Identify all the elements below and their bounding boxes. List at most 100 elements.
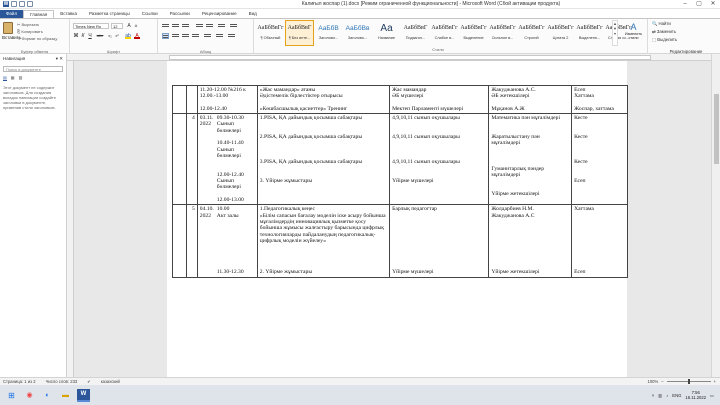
browser-icon[interactable]: ◉ (23, 389, 36, 402)
italic-button[interactable]: К (80, 33, 86, 39)
styles-scroll[interactable]: ▲ ▼ ▾ (612, 20, 618, 46)
style-item[interactable]: АаБбВвГг Цитата 2 (546, 20, 575, 46)
bullets-icon[interactable] (162, 23, 169, 29)
zoom-out-icon[interactable]: – (661, 379, 663, 384)
cell-responsible[interactable]: Математика пән мұғалімдері Жаратылыстану … (488, 113, 573, 206)
justify-icon[interactable] (192, 33, 199, 39)
zoom-in-icon[interactable]: + (714, 379, 716, 384)
nav-tab-results[interactable]: ▧ (19, 75, 23, 81)
page-count[interactable]: Страница: 1 из 2 (3, 379, 36, 384)
volume-icon[interactable]: ♪ (666, 393, 668, 398)
style-item[interactable]: АаБбВвГг Строгий (517, 20, 546, 46)
explorer-icon[interactable]: ▬ (59, 389, 72, 402)
shrink-font-icon[interactable]: A (133, 23, 139, 29)
cell-event[interactable]: 1.PISA, ҚА дайындық қосымша сабақтары 2.P… (256, 113, 391, 206)
style-item[interactable]: АаБбВвГг ¶ Обычный (256, 20, 285, 46)
change-styles-icon[interactable]: A (620, 22, 647, 32)
paste-icon[interactable] (3, 22, 13, 34)
cell-result[interactable]: Хаттама Есеп (571, 204, 628, 278)
cell-date-time[interactable]: 11.20-12.00 №216 к 12.00.-13.00 12.00-12.4… (196, 84, 258, 115)
tab-mailings[interactable]: Рассылки (164, 10, 196, 18)
tab-page-layout[interactable]: Разметка страницы (83, 10, 136, 18)
notifications-icon[interactable]: ▭ (710, 393, 714, 398)
clock[interactable]: 7:56 16.11.2022 (685, 390, 706, 400)
tab-review[interactable]: Рецензирование (196, 10, 243, 18)
language-indicator[interactable]: казахский (101, 379, 120, 384)
edge-icon[interactable]: ◐ (41, 389, 54, 402)
keyboard-language[interactable]: ENG (672, 393, 681, 398)
line-spacing-icon[interactable] (204, 33, 211, 39)
increase-indent-icon[interactable] (206, 23, 213, 29)
word-taskbar-icon[interactable]: W (77, 388, 90, 402)
cell-number[interactable]: 5 (186, 204, 198, 278)
maximize-button[interactable]: ▢ (692, 0, 706, 8)
style-item[interactable]: АаБбВвГг Выделение (459, 20, 488, 46)
word-count[interactable]: Число слов: 233 (46, 379, 78, 384)
style-item[interactable]: Аа Название (372, 20, 401, 46)
align-right-icon[interactable] (182, 33, 189, 39)
tab-file[interactable]: Файл (0, 10, 24, 18)
format-painter-button[interactable]: ✎ Формат по образцу (17, 36, 57, 41)
style-item[interactable]: АаБбВвГ Подзагол... (401, 20, 430, 46)
cut-button[interactable]: ✂ Вырезать (17, 22, 39, 27)
cell-number[interactable] (186, 84, 198, 115)
scrollbar-thumb[interactable] (714, 94, 719, 164)
style-item[interactable]: АаБбВвГг Слабое в... (430, 20, 459, 46)
sort-icon[interactable] (218, 23, 225, 29)
align-left-icon[interactable] (162, 33, 169, 39)
style-item[interactable]: АаБбВ Заголово... (314, 20, 343, 46)
cell-margin[interactable] (171, 204, 188, 278)
select-button[interactable]: ⬚ Выделить (652, 37, 720, 43)
zoom-slider[interactable] (666, 379, 711, 384)
cell-audience[interactable]: 4,9,10,11 сынып оқушылары 4,9,10,11 сынып… (389, 113, 490, 206)
cell-result[interactable]: Кесте Кесте Кесте Есеп (571, 113, 628, 206)
cell-margin[interactable] (171, 84, 188, 115)
redo-icon[interactable] (27, 1, 33, 7)
tray-up-icon[interactable]: ˄ (652, 393, 654, 398)
cell-number[interactable]: 4 (186, 113, 198, 206)
show-marks-icon[interactable] (230, 23, 237, 29)
vertical-ruler[interactable] (67, 61, 74, 377)
strikethrough-button[interactable]: abe (95, 33, 105, 39)
tab-insert[interactable]: Вставка (54, 10, 83, 18)
style-item[interactable]: АаБбВвГг Сильное в... (488, 20, 517, 46)
cell-margin[interactable] (171, 113, 188, 206)
cell-responsible[interactable]: Жолдарбиев Н.М. Жакуджанова А.С Үйірме жет… (488, 204, 573, 278)
nav-close-icon[interactable]: ▾ ✕ (56, 56, 63, 62)
superscript-button[interactable]: x² (114, 33, 120, 39)
font-color-icon[interactable]: A (134, 33, 140, 39)
highlight-icon[interactable]: ab (125, 33, 131, 39)
style-item[interactable]: АаБбВвГг Выделенн... (575, 20, 604, 46)
shading-icon[interactable] (216, 33, 223, 39)
save-icon[interactable] (11, 1, 17, 7)
bold-button[interactable]: Ж (73, 33, 79, 39)
find-button[interactable]: 🔍 Найти (652, 21, 720, 27)
close-button[interactable]: ✕ (706, 0, 720, 8)
font-size-select[interactable]: 12 (111, 23, 123, 29)
cell-responsible[interactable]: Жакуджанова А.С. ӘБ жетекшілері Мұқанов А.… (488, 84, 573, 115)
tab-view[interactable]: Вид (243, 10, 263, 18)
cell-event[interactable]: «Жас мамандар» атаны Әдістемелік бірлесті… (256, 84, 391, 115)
undo-icon[interactable] (19, 1, 25, 7)
document-page[interactable]: 11.20-12.00 №216 к 12.00.-13.00 12.00-12.4… (167, 61, 628, 377)
nav-tab-pages[interactable]: ▦ (11, 75, 15, 81)
style-item[interactable]: АаБбВвГ ¶ Без инте... (285, 20, 314, 46)
numbering-icon[interactable] (172, 23, 179, 29)
cell-event[interactable]: 1.Педагогикалық кеңес «Білім сапасын баға… (256, 204, 391, 278)
grow-font-icon[interactable]: A (126, 23, 132, 29)
spellcheck-icon[interactable]: ✔ (87, 379, 91, 384)
underline-button[interactable]: Ч (87, 33, 93, 39)
borders-icon[interactable] (228, 33, 235, 39)
minimize-button[interactable]: – (678, 0, 692, 8)
windows-start-icon[interactable]: ⊞ (5, 389, 18, 402)
cell-audience[interactable]: Жас мамандар ӘБ мүшелері Мектеп Парламенті… (389, 84, 490, 115)
copy-button[interactable]: ⎘ Копировать (17, 29, 43, 34)
cell-date-time[interactable]: 04.10. 2022 10.00 Акт залы 11.30-12.30 (196, 204, 258, 278)
tab-home[interactable]: Главная (23, 10, 55, 18)
subscript-button[interactable]: x₂ (107, 33, 113, 39)
vertical-scrollbar[interactable] (711, 54, 720, 377)
cell-result[interactable]: Есеп Хаттама Жоспар, хаттама (571, 84, 628, 115)
replace-button[interactable]: ⇄ Заменить (652, 29, 720, 35)
cell-audience[interactable]: Барлық педагогтар Үйірме мүшелері (389, 204, 490, 278)
tab-references[interactable]: Ссылки (136, 10, 164, 18)
